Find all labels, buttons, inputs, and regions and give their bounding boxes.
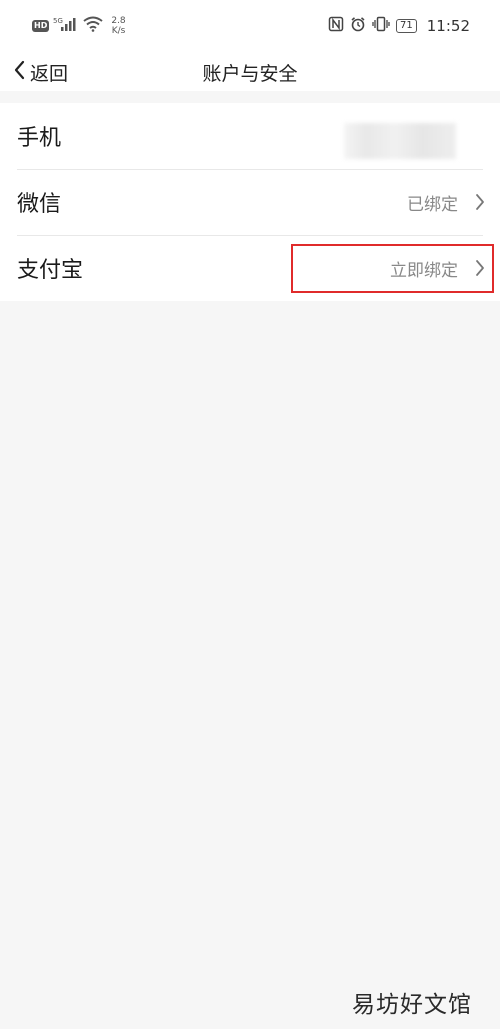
alipay-row[interactable]: 支付宝 立即绑定 bbox=[0, 235, 500, 301]
svg-text:5G: 5G bbox=[53, 17, 63, 25]
status-right: 71 11:52 bbox=[328, 16, 470, 36]
net-speed-value: 2.8 bbox=[111, 16, 126, 26]
chevron-right-icon bbox=[474, 193, 486, 215]
phone-number-redacted bbox=[344, 123, 456, 159]
phone-row-label: 手机 bbox=[17, 126, 62, 151]
status-time: 11:52 bbox=[426, 17, 470, 35]
vibrate-icon bbox=[372, 16, 390, 36]
battery-icon: 71 bbox=[396, 19, 417, 33]
signal-icon: 5G bbox=[53, 16, 79, 36]
phone-row[interactable]: 手机 bbox=[0, 103, 500, 169]
status-bar: HD 5G 2.8 K/s 71 11:52 bbox=[0, 0, 500, 56]
status-left: HD 5G 2.8 K/s bbox=[32, 16, 126, 36]
wechat-row-label: 微信 bbox=[17, 192, 62, 217]
net-speed: 2.8 K/s bbox=[111, 16, 125, 36]
wechat-row-status: 已绑定 bbox=[407, 194, 458, 215]
alipay-row-label: 支付宝 bbox=[17, 258, 84, 283]
alarm-icon bbox=[350, 16, 366, 36]
hd-badge: HD bbox=[32, 20, 50, 32]
net-speed-unit: K/s bbox=[111, 26, 126, 36]
back-button[interactable]: 返回 bbox=[12, 57, 68, 87]
nfc-icon bbox=[328, 16, 344, 36]
nav-bar: 返回 账户与安全 bbox=[0, 56, 500, 91]
wifi-icon bbox=[83, 16, 103, 36]
alipay-bind-button[interactable]: 立即绑定 bbox=[390, 256, 458, 281]
page-title: 账户与安全 bbox=[202, 63, 298, 85]
settings-list: 手机 微信 已绑定 支付宝 立即绑定 bbox=[0, 103, 500, 301]
back-label: 返回 bbox=[30, 62, 69, 85]
watermark: 易坊好文馆 bbox=[352, 992, 472, 1018]
chevron-left-icon bbox=[12, 59, 26, 85]
chevron-right-icon bbox=[474, 259, 486, 281]
wechat-row[interactable]: 微信 已绑定 bbox=[0, 169, 500, 235]
